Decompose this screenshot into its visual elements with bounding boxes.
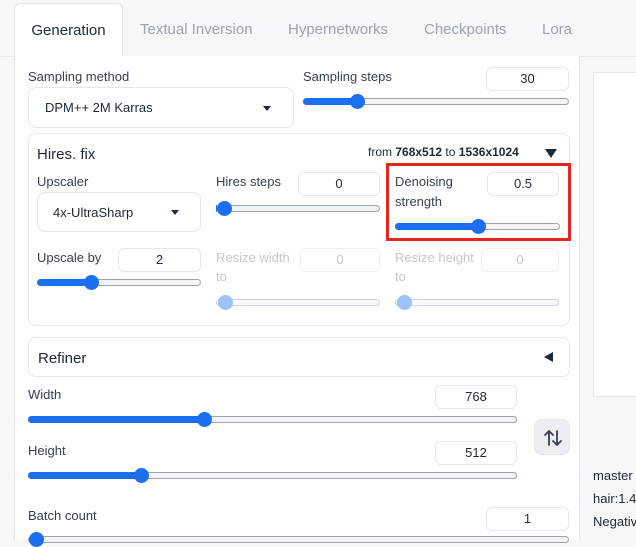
resize-width-label-line2: to	[216, 269, 227, 284]
sampling-steps-slider[interactable]	[303, 94, 569, 109]
sampling-steps-input[interactable]: 30	[486, 67, 569, 91]
slider-thumb[interactable]	[134, 468, 149, 483]
upscale-by-slider[interactable]	[37, 275, 201, 290]
prompt-text-line3: Negativ	[593, 514, 636, 529]
tab-bar: Generation Textual Inversion Hypernetwor…	[0, 0, 636, 57]
slider-thumb[interactable]	[218, 295, 233, 310]
hires-steps-input[interactable]: 0	[298, 172, 380, 196]
hires-steps-slider[interactable]	[216, 201, 380, 216]
tab-textual-inversion[interactable]: Textual Inversion	[140, 0, 253, 57]
sampling-method-dropdown[interactable]: DPM++ 2M Karras	[28, 87, 294, 128]
slider-thumb[interactable]	[397, 295, 412, 310]
slider-fill	[37, 279, 92, 286]
hires-fix-title[interactable]: Hires. fix	[37, 146, 95, 163]
sampling-steps-label: Sampling steps	[303, 69, 392, 84]
chevron-down-icon	[263, 106, 271, 111]
upscale-by-label: Upscale by	[37, 250, 102, 265]
sampling-method-value: DPM++ 2M Karras	[45, 100, 153, 115]
width-input[interactable]: 768	[435, 385, 517, 409]
expand-triangle-icon	[544, 352, 553, 362]
height-input[interactable]: 512	[435, 441, 517, 465]
resize-height-label-line1: Resize height	[395, 250, 474, 265]
upscale-by-input[interactable]: 2	[118, 248, 201, 272]
upscaler-dropdown[interactable]: 4x-UltraSharp	[37, 192, 201, 232]
from-prefix: from	[368, 145, 392, 159]
tab-generation[interactable]: Generation	[14, 3, 123, 57]
height-label: Height	[28, 443, 66, 458]
swap-dimensions-button[interactable]	[534, 419, 570, 455]
hires-resolution-summary: from 768x512 to 1536x1024	[368, 145, 519, 159]
output-image-panel	[593, 72, 636, 397]
batch-count-label: Batch count	[28, 508, 97, 523]
width-label: Width	[28, 387, 62, 402]
width-slider[interactable]	[28, 412, 517, 427]
tab-hypernetworks[interactable]: Hypernetworks	[288, 0, 388, 57]
resize-width-input[interactable]: 0	[300, 248, 380, 272]
resize-width-label-line1: Resize width	[216, 250, 290, 265]
batch-count-input[interactable]: 1	[486, 507, 569, 531]
resize-height-slider[interactable]	[395, 295, 559, 310]
slider-fill	[28, 416, 205, 423]
swap-dimensions-icon	[544, 430, 562, 446]
slider-fill	[303, 98, 357, 105]
upscaler-label: Upscaler	[37, 174, 89, 189]
chevron-down-icon	[171, 210, 179, 215]
refiner-title: Refiner	[38, 350, 87, 367]
resize-width-slider[interactable]	[216, 295, 380, 310]
slider-fill	[28, 472, 141, 479]
refiner-accordion[interactable]: Refiner	[28, 337, 570, 377]
upscaler-value: 4x-UltraSharp	[53, 205, 134, 220]
height-slider[interactable]	[28, 468, 517, 483]
hires-steps-label: Hires steps	[216, 174, 282, 189]
from-resolution: 768x512	[395, 145, 443, 159]
tab-lora[interactable]: Lora	[542, 0, 572, 57]
tab-checkpoints[interactable]: Checkpoints	[424, 0, 507, 57]
sampling-method-label: Sampling method	[28, 69, 130, 84]
prompt-text-line2: hair:1.4	[593, 491, 636, 506]
to-resolution: 1536x1024	[458, 145, 519, 159]
to-prefix: to	[445, 145, 456, 159]
prompt-text-line1: master	[593, 468, 633, 483]
slider-thumb[interactable]	[349, 94, 365, 109]
slider-thumb[interactable]	[217, 201, 232, 216]
denoising-highlight-box	[386, 163, 571, 241]
collapse-triangle-icon[interactable]	[545, 149, 557, 158]
resize-height-input[interactable]: 0	[481, 248, 559, 272]
resize-height-label-line2: to	[395, 269, 406, 284]
